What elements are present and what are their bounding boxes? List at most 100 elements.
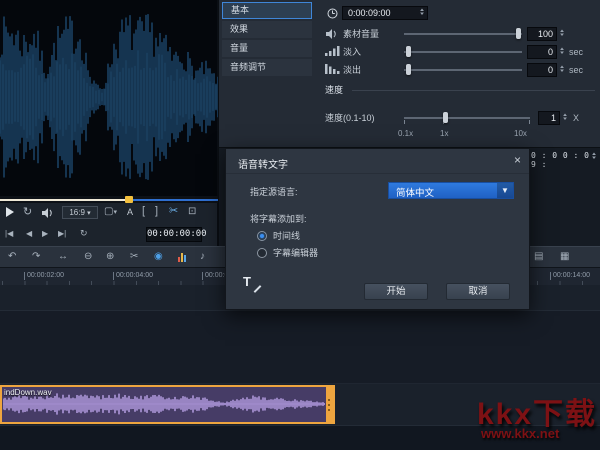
mark-in-button[interactable]: [ <box>142 205 145 217</box>
slider-thumb[interactable] <box>443 112 448 123</box>
speed-scale-min: 0.1x <box>398 128 413 140</box>
video-editor-app: ↻ 16:9 ▾ ▢▾ A [ ] ✂ ⊡ |◀ ◀ ▶ ▶| ↻ 00:00:… <box>0 0 600 450</box>
redo-icon[interactable]: ↷ <box>32 251 40 263</box>
fade-in-icon <box>325 46 340 56</box>
preview-seekbar[interactable] <box>0 196 218 203</box>
audio-clip-winddown[interactable]: indDown.wav <box>0 385 335 424</box>
clip-trim-handle[interactable] <box>326 387 333 422</box>
fade-out-icon <box>325 64 340 74</box>
ruler-label: 00:00:14:00 <box>550 272 590 280</box>
speed-label: 速度(0.1-10) <box>325 112 375 124</box>
cancel-button[interactable]: 取消 <box>446 283 510 300</box>
aspect-ratio-value: 16:9 <box>69 208 85 217</box>
duration-spinner-arrows[interactable]: ▴▾ <box>418 8 426 16</box>
tab-volume[interactable]: 音量 <box>222 40 312 57</box>
clock-icon <box>327 8 338 19</box>
fade-out-label: 淡出 <box>343 64 361 76</box>
clip-name-label: indDown.wav <box>4 388 52 397</box>
radio-subtitle-editor-label[interactable]: 字幕编辑器 <box>273 247 318 259</box>
slider-thumb[interactable] <box>406 64 411 75</box>
jump-end-icon[interactable]: ▶| <box>58 228 66 240</box>
watermark-url: www.kkx.net <box>481 426 559 441</box>
seekbar-remaining <box>133 199 218 201</box>
tab-basic[interactable]: 基本 <box>222 2 312 19</box>
speed-unit: X <box>573 112 579 124</box>
speed-spinner-arrows[interactable]: ▴▾ <box>561 113 569 121</box>
tab-label: 基本 <box>231 5 249 15</box>
record-capture-icon[interactable]: ◉ <box>154 251 163 263</box>
prev-frame-icon[interactable]: ◀ <box>26 228 32 240</box>
close-icon[interactable]: × <box>514 153 521 167</box>
split-clip-icon[interactable]: ✂ <box>130 251 138 263</box>
fade-in-label: 淡入 <box>343 46 361 58</box>
start-button[interactable]: 开始 <box>364 283 428 300</box>
slider-track <box>404 33 522 35</box>
fade-in-slider[interactable] <box>404 45 522 58</box>
speed-section-title: 速度 <box>325 84 343 96</box>
next-frame-icon[interactable]: ▶ <box>42 228 48 240</box>
overlay-track[interactable] <box>0 311 600 384</box>
duration-value: 0:00:09:00 <box>348 8 391 18</box>
slider-thumb[interactable] <box>516 28 521 39</box>
clip-volume-slider[interactable] <box>404 27 522 40</box>
preview-monitor <box>0 0 218 196</box>
slider-track <box>404 117 530 119</box>
effects-panel-icon[interactable]: ▤ <box>534 251 543 263</box>
tab-label: 效果 <box>230 24 248 34</box>
fade-out-slider[interactable] <box>404 63 522 76</box>
zoom-out-icon[interactable]: ⊖ <box>84 251 92 263</box>
slider-track <box>404 51 522 53</box>
source-language-value: 简体中文 <box>396 185 434 199</box>
sound-mixer-icon[interactable] <box>178 250 187 262</box>
source-language-select[interactable]: 简体中文 ▼ <box>388 182 514 199</box>
speaker-icon[interactable] <box>42 208 54 218</box>
radio-timeline[interactable] <box>257 231 267 241</box>
undo-icon[interactable]: ↶ <box>8 251 16 263</box>
aspect-ratio-select[interactable]: 16:9 ▾ <box>62 206 98 219</box>
jump-start-icon[interactable]: |◀ <box>5 228 13 240</box>
caption-style-icon[interactable]: T <box>243 275 261 291</box>
chevron-down-icon: ▼ <box>497 183 513 198</box>
enlarge-preview-icon[interactable]: ⊡ <box>188 206 196 218</box>
zoom-in-icon[interactable]: ⊕ <box>106 251 114 263</box>
chevron-down-icon: ▾ <box>87 210 91 217</box>
speed-value[interactable]: 1 <box>538 111 560 125</box>
fade-in-spinner-arrows[interactable]: ▴▾ <box>558 47 566 55</box>
split-clip-icon[interactable]: ✂ <box>169 205 178 217</box>
fit-timeline-icon[interactable]: ↔ <box>58 251 68 263</box>
seekbar-handle[interactable] <box>125 196 133 203</box>
radio-subtitle-editor[interactable] <box>257 248 267 258</box>
repeat-icon[interactable]: ↻ <box>23 206 32 218</box>
tab-effects[interactable]: 效果 <box>222 21 312 38</box>
fade-in-value[interactable]: 0 <box>527 45 557 59</box>
loop-playback-icon[interactable]: ↻ <box>80 227 88 239</box>
slider-track <box>404 69 522 71</box>
speed-slider[interactable] <box>404 111 530 124</box>
chevron-down-icon: ▾ <box>113 209 117 216</box>
speed-scale-mid: 1x <box>440 128 448 140</box>
clip-volume-value[interactable]: 100 <box>527 27 557 41</box>
fade-out-value[interactable]: 0 <box>527 63 557 77</box>
radio-timeline-label[interactable]: 时间线 <box>273 230 300 242</box>
tab-label: 音量 <box>230 43 248 53</box>
volume-spinner-arrows[interactable]: ▴▾ <box>558 29 566 37</box>
auto-music-icon[interactable]: ♪ <box>200 251 205 263</box>
tab-label: 音频调节 <box>230 62 266 72</box>
section-divider <box>352 90 595 91</box>
fade-in-unit: sec <box>569 46 583 58</box>
tab-audio-tuning[interactable]: 音频调节 <box>222 59 312 76</box>
slider-thumb[interactable] <box>406 46 411 57</box>
fade-out-spinner-arrows[interactable]: ▴▾ <box>558 65 566 73</box>
clip-volume-icon <box>326 29 338 39</box>
speed-scale-max: 10x <box>514 128 527 140</box>
ruler-label: 00:00:04:00 <box>113 272 153 280</box>
dialog-title: 语音转文字 <box>238 156 288 171</box>
preview-audio-waveform <box>0 0 218 196</box>
mark-out-button[interactable]: ] <box>155 205 158 217</box>
text-tool-icon[interactable]: A <box>127 206 133 218</box>
timecode-spinner-arrows[interactable]: ▴▾ <box>590 152 598 160</box>
crop-tool-icon[interactable]: ▢▾ <box>104 206 117 219</box>
play-icon[interactable] <box>6 207 14 217</box>
slider-tick <box>404 120 405 124</box>
track-manager-icon[interactable]: ▦ <box>560 251 569 263</box>
